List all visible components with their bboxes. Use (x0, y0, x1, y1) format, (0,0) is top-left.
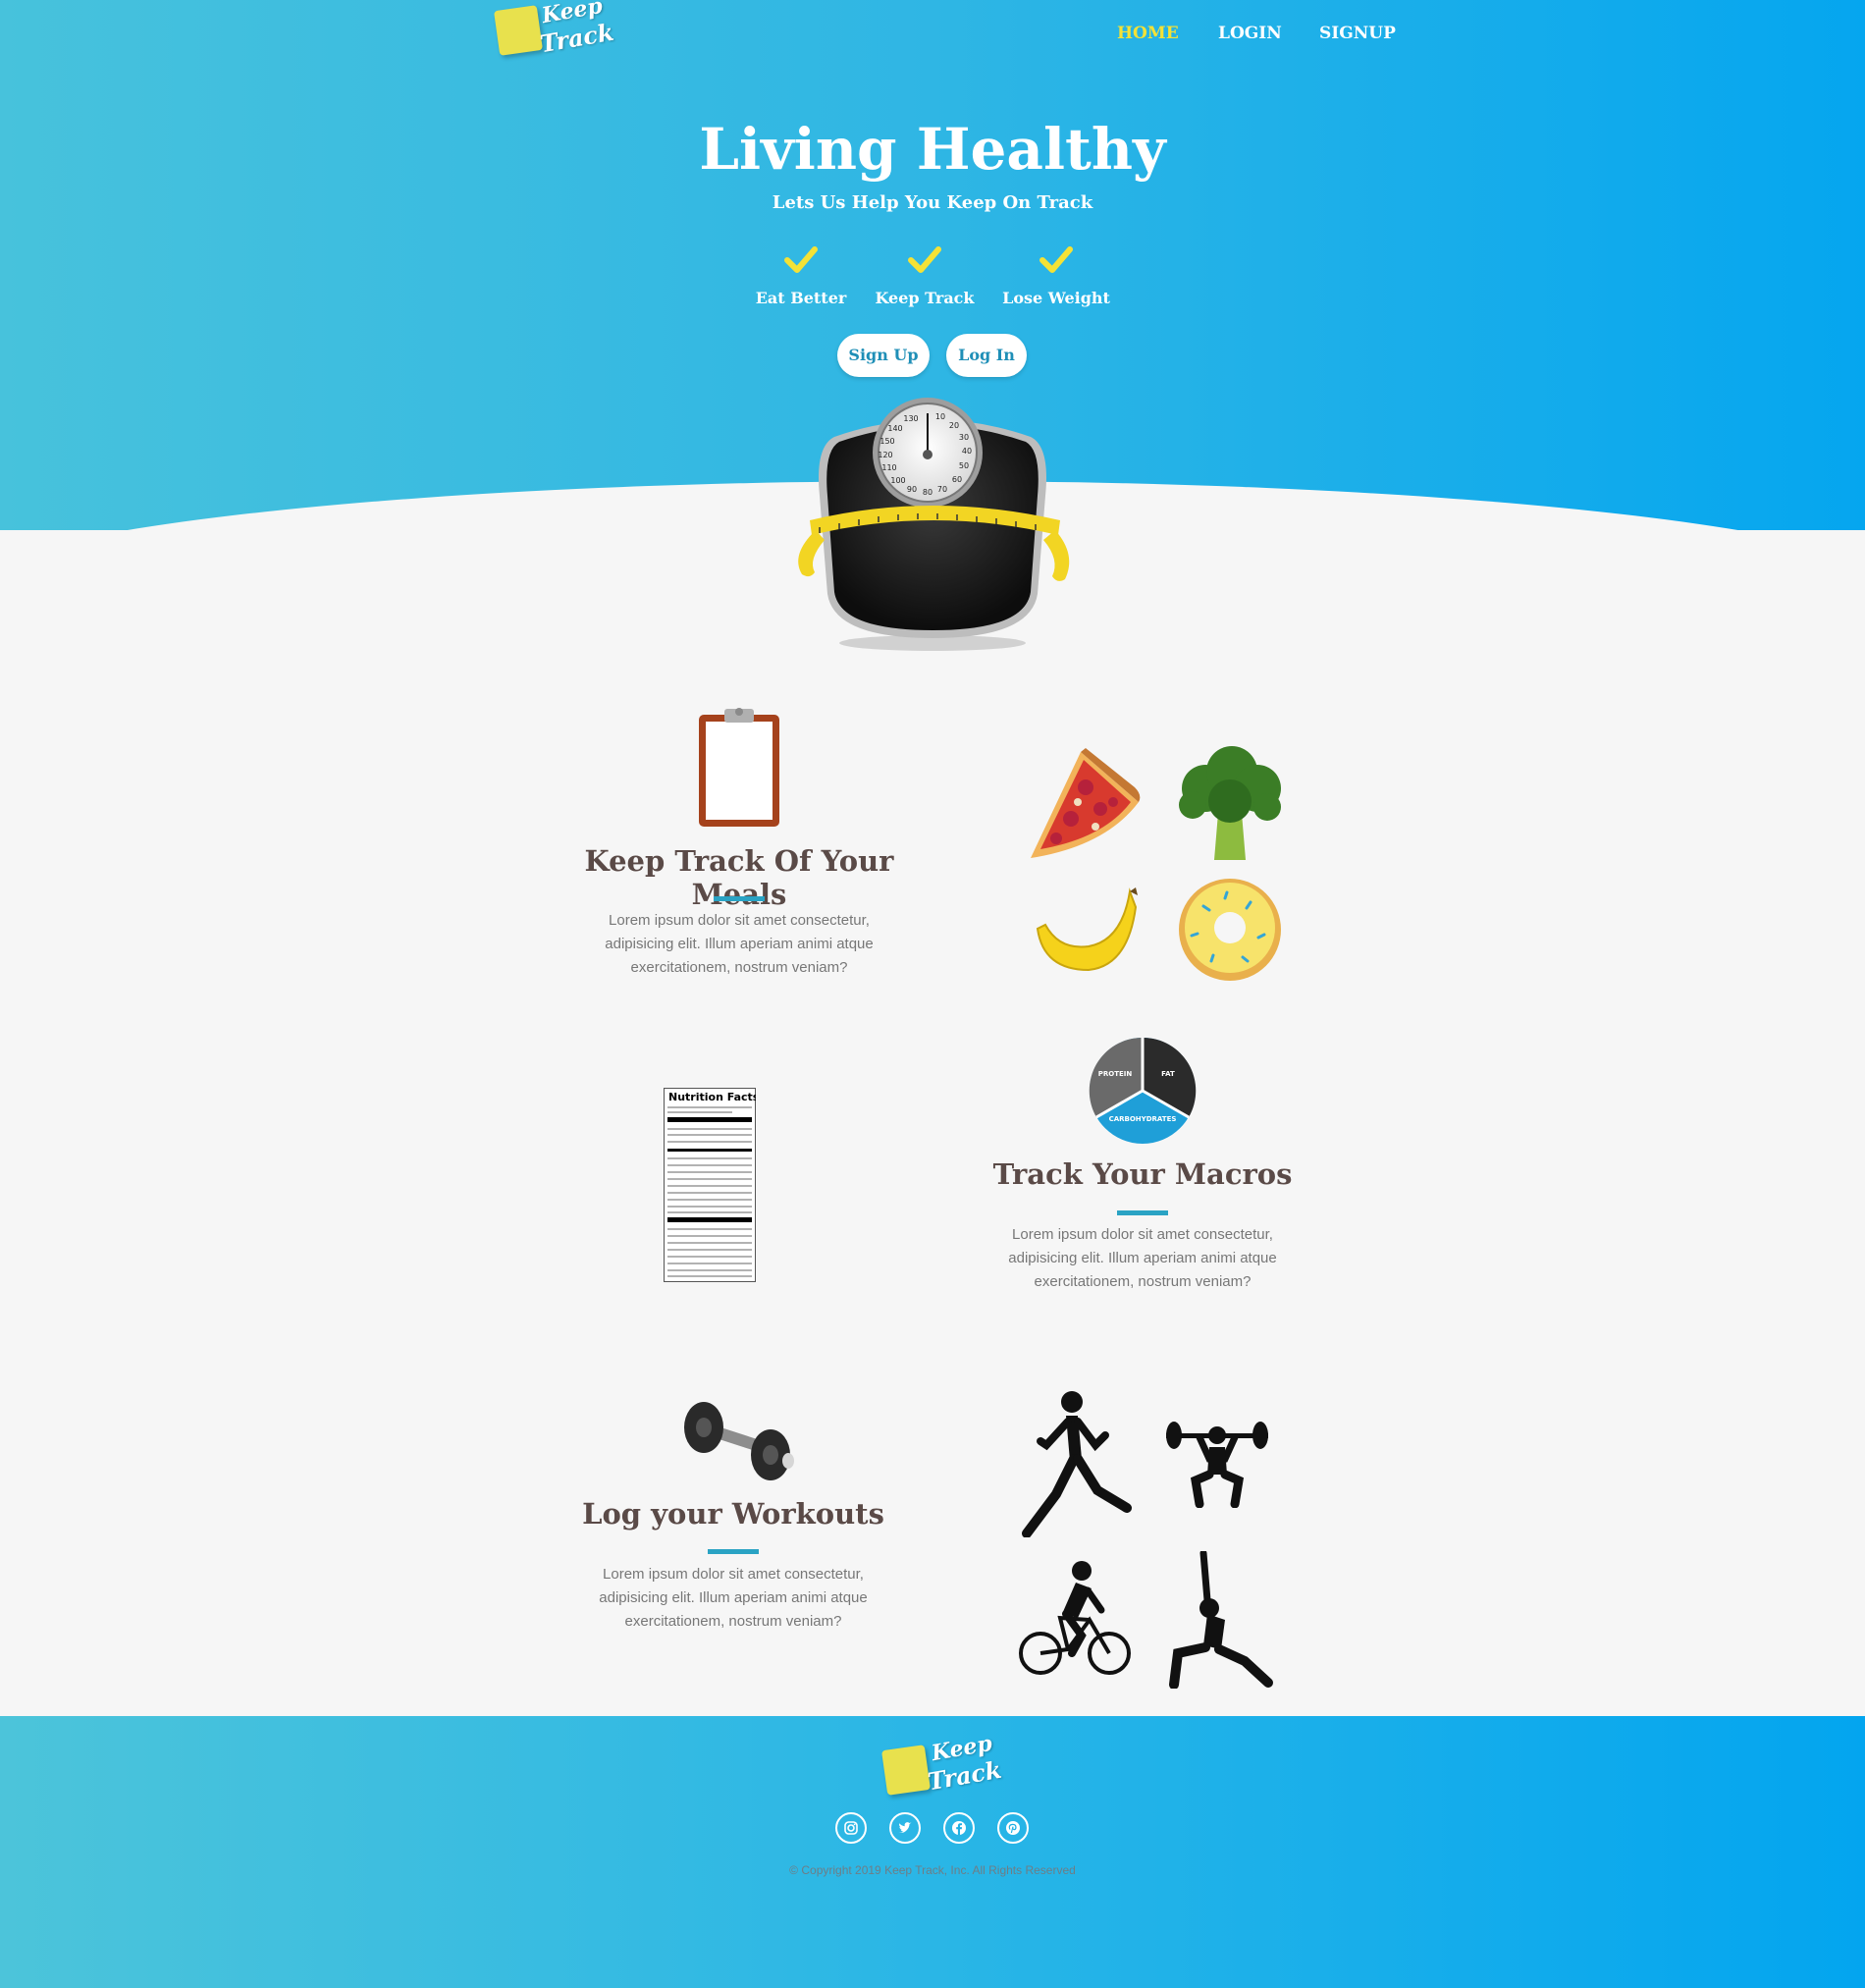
dial-number: 60 (952, 475, 962, 484)
macro-label-fat: FAT (1161, 1070, 1175, 1078)
workouts-title-underline (708, 1549, 759, 1554)
copyright-text: © Copyright 2019 Keep Track, Inc. All Ri… (789, 1863, 1076, 1877)
macro-label-carbs: CARBOHYDRATES (1109, 1115, 1177, 1123)
feature-label: Eat Better (755, 289, 847, 307)
feature-lose-weight: Lose Weight (987, 245, 1125, 307)
macros-text: Lorem ipsum dolor sit amet consectetur, … (1008, 1226, 1277, 1290)
dial-number: 10 (935, 412, 945, 421)
dial-number: 140 (887, 424, 902, 433)
nav-home[interactable]: HOME (1117, 24, 1179, 43)
donut-icon (1179, 879, 1281, 981)
hero-title: Living Healthy (699, 116, 1166, 183)
macros-pie-icon: PROTEIN FAT CARBOHYDRATES (1089, 1037, 1197, 1144)
macros-title-underline (1117, 1210, 1168, 1215)
twitter-icon[interactable] (889, 1812, 921, 1844)
header-logo[interactable]: Keep Track (491, 0, 615, 63)
footer-logo[interactable]: Keep Track (880, 1731, 1003, 1799)
dumbbell-icon (684, 1402, 794, 1480)
logo-note-icon (881, 1745, 931, 1796)
dial-number: 150 (879, 437, 894, 446)
feature-label: Lose Weight (1002, 289, 1110, 307)
facebook-icon[interactable] (943, 1812, 975, 1844)
dial-number: 70 (937, 485, 947, 494)
meals-title-underline (714, 896, 765, 901)
hero-subtitle: Lets Us Help You Keep On Track (772, 192, 1093, 213)
check-icon (1039, 246, 1073, 273)
dial-number: 50 (959, 461, 969, 470)
login-button[interactable]: Log In (946, 334, 1027, 377)
pizza-icon (1031, 748, 1141, 858)
nav-signup[interactable]: SIGNUP (1319, 24, 1396, 43)
feature-keep-track: Keep Track (856, 245, 993, 307)
dial-number: 40 (962, 447, 972, 456)
dial-number: 130 (903, 414, 918, 423)
weightlifter-icon (1166, 1422, 1268, 1508)
runner-icon (1022, 1391, 1132, 1537)
scale-icon: 130 140 150 10 20 30 40 50 60 70 80 90 1… (798, 398, 1070, 651)
nutrition-heading: Nutrition Facts (668, 1091, 756, 1103)
dial-number: 30 (959, 433, 969, 442)
clipboard-icon (699, 708, 779, 827)
check-icon (908, 246, 941, 273)
dial-number: 20 (949, 421, 959, 430)
macro-label-protein: PROTEIN (1098, 1070, 1133, 1078)
feature-label: Keep Track (875, 289, 975, 307)
signup-button[interactable]: Sign Up (837, 334, 930, 377)
banana-icon (1036, 887, 1138, 972)
nav-login[interactable]: LOGIN (1218, 24, 1282, 43)
dial-number: 90 (907, 485, 917, 494)
logo-note-icon (494, 5, 543, 56)
macros-title: Track Your Macros (992, 1157, 1293, 1191)
feature-eat-better: Eat Better (732, 245, 870, 307)
workouts-title: Log your Workouts (582, 1497, 884, 1531)
dial-number: 80 (923, 488, 932, 497)
workouts-text: Lorem ipsum dolor sit amet consectetur, … (599, 1566, 868, 1630)
meals-text: Lorem ipsum dolor sit amet consectetur, … (605, 912, 874, 976)
dial-number: 110 (881, 463, 896, 472)
dial-number: 100 (890, 476, 905, 485)
pinterest-icon[interactable] (997, 1812, 1029, 1844)
nutrition-facts-icon: Nutrition Facts (664, 1088, 756, 1282)
dial-number: 120 (878, 451, 892, 459)
broccoli-icon (1179, 746, 1281, 860)
check-icon (784, 246, 818, 273)
yoga-icon (1169, 1551, 1273, 1689)
instagram-icon[interactable] (835, 1812, 867, 1844)
cyclist-icon (1019, 1561, 1131, 1675)
